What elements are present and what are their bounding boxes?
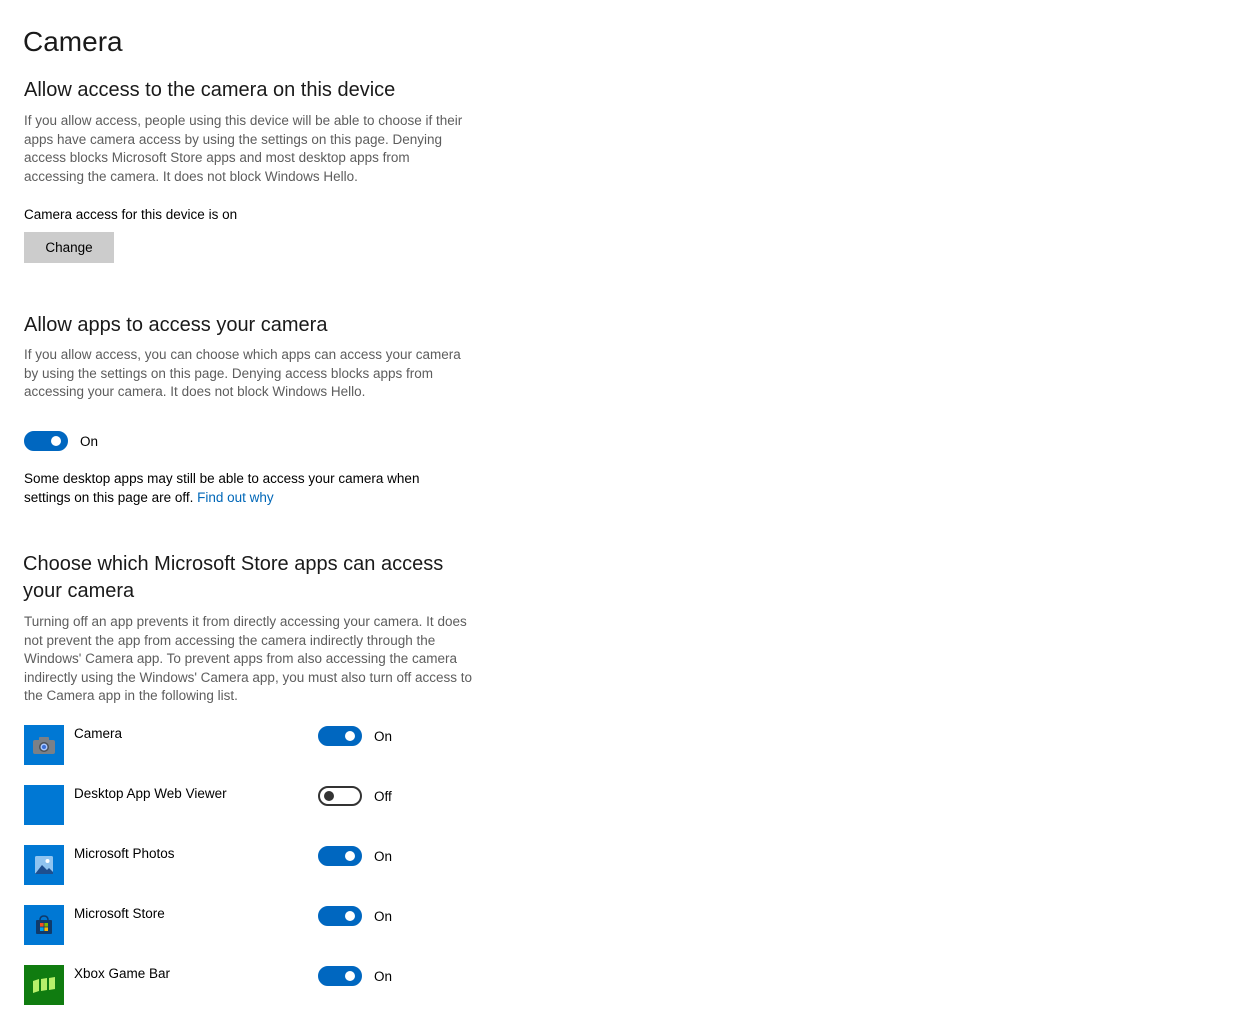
app-name: Microsoft Store [74,906,165,921]
toggle-knob [345,911,355,921]
app-row-microsoft-store: Microsoft Store On [24,905,424,947]
camera-icon [24,725,64,765]
apps-access-description: If you allow access, you can choose whic… [24,347,461,400]
app-name: Camera [74,726,123,741]
store-apps-description: Turning off an app prevents it from dire… [24,614,473,704]
change-button[interactable]: Change [24,232,114,263]
app-toggle-microsoft-store[interactable] [318,906,362,926]
device-access-description: If you allow access, people using this d… [24,113,463,184]
app-toggle-label: On [374,909,393,924]
app-toggle-camera[interactable] [318,726,362,746]
app-toggle-label: On [374,969,393,984]
app-row-camera: Camera On [24,725,424,767]
app-name: Xbox Game Bar [74,966,171,981]
apps-access-toggle[interactable] [24,431,68,451]
app-toggle-label: On [374,849,393,864]
photos-icon [24,845,64,885]
app-row-xbox-game-bar: Xbox Game Bar On [24,965,424,1007]
desktop-apps-note: Some desktop apps may still be able to a… [24,470,444,507]
toggle-knob [345,731,355,741]
blank-tile-icon [24,785,64,825]
toggle-knob [345,851,355,861]
apps-access-heading: Allow apps to access your camera [24,314,328,336]
device-access-status: Camera access for this device is on [24,207,238,222]
store-icon [24,905,64,945]
find-out-why-link[interactable]: Find out why [197,490,274,505]
app-toggle-desktop-app-web-viewer[interactable] [318,786,362,806]
app-toggle-label: On [374,729,393,744]
store-apps-heading-line1: Choose which Microsoft Store apps can ac… [23,553,444,575]
camera-settings-page: Camera Allow access to the camera on thi… [0,0,1250,1010]
toggle-knob [345,971,355,981]
toggle-knob [324,791,334,801]
device-access-heading: Allow access to the camera on this devic… [24,79,396,101]
toggle-knob [51,436,61,446]
app-toggle-xbox-game-bar[interactable] [318,966,362,986]
store-apps-heading: Choose which Microsoft Store apps can ac… [23,551,443,605]
apps-access-toggle-label: On [80,434,99,449]
app-row-desktop-app-web-viewer: Desktop App Web Viewer Off [24,785,424,827]
app-toggle-microsoft-photos[interactable] [318,846,362,866]
app-toggle-label: Off [374,789,392,804]
xbox-game-bar-icon [24,965,64,1005]
app-row-microsoft-photos: Microsoft Photos On [24,845,424,887]
app-name: Desktop App Web Viewer [74,786,227,801]
app-name: Microsoft Photos [74,846,175,861]
store-apps-heading-line2: your camera [23,580,135,602]
page-title: Camera [23,26,123,57]
